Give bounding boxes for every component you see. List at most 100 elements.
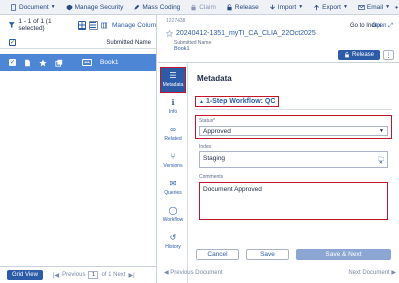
release-icon	[227, 3, 232, 10]
previous-document-label: Previous Document	[170, 270, 223, 276]
comments-field: Comments Document Approved	[199, 174, 392, 220]
release-button[interactable]: Release	[337, 50, 380, 60]
workflow-section-toggle[interactable]: ▲ 1-Step Workflow: QC	[195, 96, 280, 107]
manage-columns-link[interactable]: Manage Colum	[112, 22, 156, 29]
document-list-pane: 1 - 1 of 1 (1 selected) Manage Colum ✓ S…	[0, 15, 157, 283]
chevron-down-icon: ▼	[342, 4, 348, 10]
page-input[interactable]: 1	[88, 271, 99, 279]
tab-info[interactable]: ℹ Info	[158, 93, 188, 120]
import-menu[interactable]: Import ▼	[264, 0, 308, 15]
index-value: Staging	[203, 155, 226, 162]
save-button[interactable]: Save	[246, 249, 289, 260]
previous-page-button[interactable]: Previous	[62, 272, 85, 278]
open-label: Open	[371, 23, 387, 29]
save-next-button[interactable]: Save & Next	[296, 249, 391, 260]
panel-title: Metadata	[197, 74, 232, 83]
index-field[interactable]: Staging 🗀 ✕	[199, 151, 388, 168]
release-label: Release	[351, 52, 374, 58]
document-navigation: ◀ Previous Document Next Document ▶	[164, 269, 396, 276]
tab-info-label: Info	[168, 108, 178, 115]
chat-icon: ✉	[169, 178, 177, 188]
tab-queries[interactable]: ✉ Queries	[158, 174, 188, 201]
grid-view-button[interactable]: Grid View	[7, 270, 43, 280]
list-view-toggle[interactable]	[89, 20, 98, 30]
last-page-icon[interactable]: ▶|	[128, 272, 134, 279]
tab-history-label: History	[165, 243, 181, 250]
email-icon	[358, 4, 365, 10]
tab-versions[interactable]: ⑂ Versions	[158, 147, 188, 174]
copy-icon[interactable]	[55, 59, 63, 67]
cancel-button[interactable]: Cancel	[196, 249, 239, 260]
manage-security-label: Manage Security	[74, 3, 124, 11]
tab-history[interactable]: ↺ History	[158, 228, 188, 255]
tab-metadata[interactable]: ☰ Metadata	[160, 67, 186, 93]
action-bar: Cancel Save Save & Next	[196, 249, 398, 260]
comments-textarea[interactable]: Document Approved	[199, 182, 388, 220]
more-icon[interactable]: •••	[395, 3, 399, 12]
info-icon: ℹ	[171, 97, 175, 107]
star-icon[interactable]	[39, 58, 47, 67]
chevron-right-icon: ▶	[389, 270, 396, 276]
document-menu[interactable]: Document ▼	[5, 0, 61, 15]
star-icon[interactable]	[166, 30, 173, 37]
versions-icon: ⑂	[170, 151, 176, 161]
more-options-icon[interactable]: ⋮	[383, 50, 394, 60]
document-header: 1227438 Go to Index Open ⤢ 20240412-1351…	[158, 15, 399, 63]
release-toolbar-button[interactable]: Release	[221, 0, 264, 15]
chevron-down-icon: ▼	[298, 4, 304, 10]
file-icon	[25, 59, 30, 66]
table-row[interactable]: ✓ ••• Book1	[0, 54, 156, 71]
table-header: ✓ Submitted Name	[0, 37, 156, 49]
next-page-button[interactable]: of 1 Next	[101, 272, 125, 278]
previous-document-link[interactable]: ◀ Previous Document	[164, 269, 223, 276]
history-icon: ↺	[169, 232, 177, 242]
filter-icon[interactable]	[8, 21, 15, 29]
security-icon	[66, 4, 72, 10]
pagination: |◀ Previous 1 of 1 Next ▶|	[53, 271, 135, 279]
export-menu[interactable]: Export ▼	[308, 0, 353, 15]
export-label: Export	[322, 3, 341, 11]
list-icon	[90, 22, 97, 28]
list-footer: Grid View |◀ Previous 1 of 1 Next ▶|	[0, 266, 156, 283]
list-header: 1 - 1 of 1 (1 selected) Manage Colum	[0, 18, 156, 32]
release-toolbar-label: Release	[234, 3, 259, 11]
email-menu[interactable]: Email ▼	[353, 0, 395, 15]
status-select[interactable]: Approved ▼	[199, 126, 388, 136]
claim-label: Claim	[199, 3, 216, 11]
mass-coding-label: Mass Coding	[142, 3, 181, 11]
row-menu-icon[interactable]: •••	[82, 59, 92, 66]
document-title-row: 20240412-1351_myTI_CA_CLIA_22Oct2025	[166, 30, 391, 37]
next-document-link[interactable]: Next Document ▶	[348, 269, 396, 276]
status-value: Approved	[203, 127, 231, 135]
mass-coding-button[interactable]: Mass Coding	[128, 0, 185, 15]
first-page-icon[interactable]: |◀	[53, 272, 59, 279]
columns-icon	[100, 22, 107, 28]
tab-related[interactable]: ∞ Related	[158, 120, 188, 147]
document-title: 20240412-1351_myTI_CA_CLIA_22Oct2025	[176, 30, 316, 37]
status-label: Status*	[199, 118, 216, 124]
document-icon	[11, 3, 16, 11]
import-label: Import	[277, 3, 297, 11]
import-icon	[269, 4, 275, 9]
row-checkbox[interactable]: ✓	[9, 59, 16, 66]
email-label: Email	[366, 3, 384, 11]
tab-workflow[interactable]: ◯ Workflow	[158, 201, 188, 228]
detail-tabs: ☰ Metadata ℹ Info ∞ Related ⑂ Versions ✉…	[158, 63, 188, 283]
manage-security-button[interactable]: Manage Security	[61, 0, 129, 15]
select-all-checkbox[interactable]: ✓	[9, 39, 16, 46]
document-detail-pane: 1227438 Go to Index Open ⤢ 20240412-1351…	[158, 15, 399, 283]
document-menu-label: Document	[19, 3, 49, 11]
chevron-down-icon: ▼	[379, 128, 384, 134]
tab-related-label: Related	[164, 135, 182, 142]
clear-icon[interactable]: ✕	[379, 160, 383, 166]
claim-button[interactable]: Claim	[185, 0, 221, 15]
chevron-down-icon: ▼	[50, 4, 56, 10]
caret-up-icon: ▲	[199, 98, 204, 105]
grid-view-toggle[interactable]	[77, 20, 87, 30]
chevron-down-icon: ▼	[385, 4, 391, 10]
open-button[interactable]: Open ⤢	[372, 23, 393, 30]
column-header-submitted-name[interactable]: Submitted Name	[106, 40, 151, 46]
index-label: Index	[199, 144, 212, 150]
selection-count: 1 - 1 of 1 (1 selected)	[18, 18, 52, 32]
status-field: Status* Approved ▼	[195, 115, 392, 139]
